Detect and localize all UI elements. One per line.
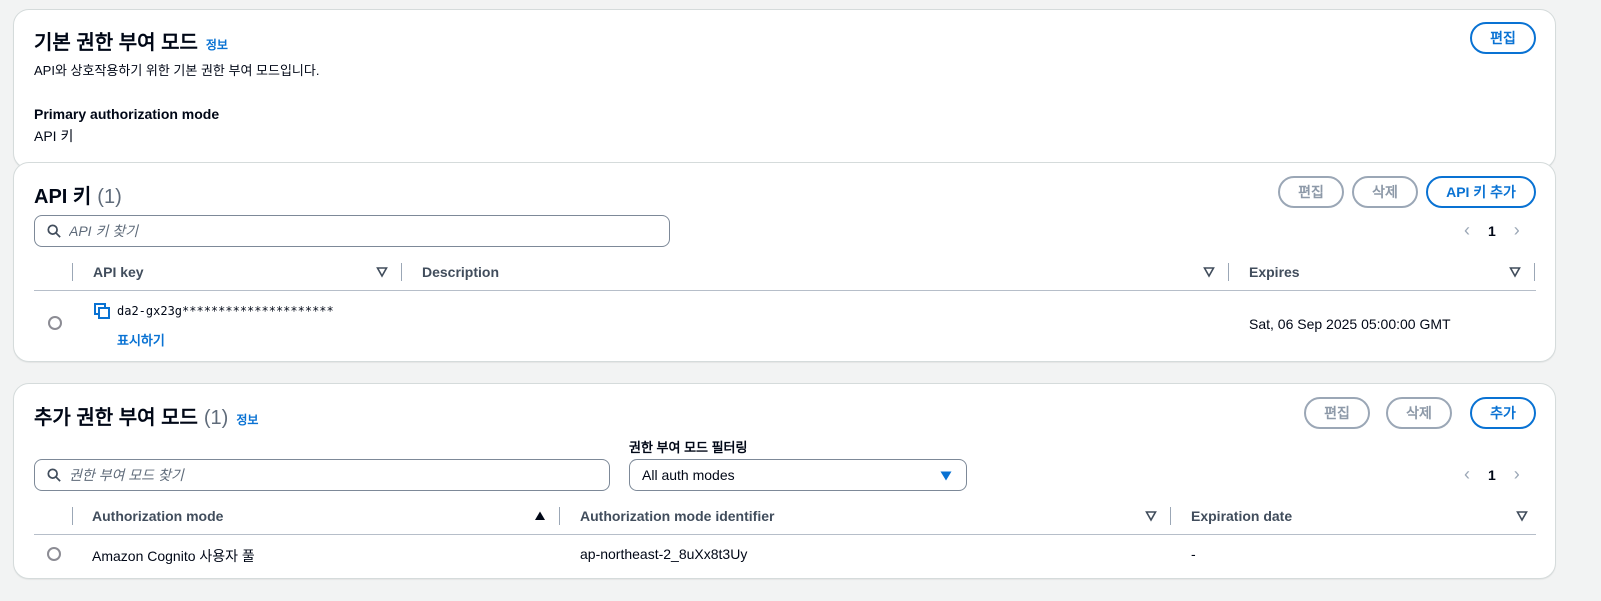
column-divider: [401, 263, 402, 281]
add-api-key-button[interactable]: API 키 추가: [1426, 176, 1536, 208]
basic-auth-info-link[interactable]: 정보: [206, 36, 228, 53]
auth-mode-filter-value: All auth modes: [642, 467, 735, 483]
caret-down-icon: [940, 471, 952, 481]
column-header-description[interactable]: Description: [422, 264, 499, 280]
auth-modes-pagination: ‹ 1 ›: [1464, 464, 1520, 485]
api-key-expires: Sat, 06 Sep 2025 05:00:00 GMT: [1249, 316, 1451, 332]
additional-auth-delete-button[interactable]: 삭제: [1386, 397, 1452, 429]
sort-ascending-icon[interactable]: [534, 510, 546, 522]
api-key-search[interactable]: [34, 215, 670, 247]
column-header-expires[interactable]: Expires: [1249, 264, 1300, 280]
api-keys-delete-button[interactable]: 삭제: [1352, 176, 1418, 208]
sort-icon[interactable]: [1509, 266, 1521, 278]
api-keys-pagination: ‹ 1 ›: [1464, 220, 1520, 241]
additional-auth-header: 추가 권한 부여 모드 (1) 정보: [34, 401, 258, 430]
show-key-link[interactable]: 표시하기: [117, 330, 165, 349]
row-select-radio[interactable]: [47, 547, 61, 561]
chevron-left-icon[interactable]: ‹: [1464, 464, 1470, 485]
api-keys-edit-button[interactable]: 편집: [1278, 176, 1344, 208]
auth-mode-filter-select[interactable]: All auth modes: [629, 459, 967, 491]
api-keys-panel: API 키 (1) 편집 삭제 API 키 추가 ‹ 1 › API key D…: [13, 162, 1556, 362]
column-header-auth-mode[interactable]: Authorization mode: [92, 508, 223, 524]
primary-auth-value: API 키: [34, 128, 74, 144]
column-divider: [72, 507, 73, 525]
chevron-left-icon[interactable]: ‹: [1464, 220, 1470, 241]
basic-auth-edit-button[interactable]: 편집: [1470, 22, 1536, 54]
additional-auth-count: (1): [203, 407, 229, 429]
basic-auth-title: 기본 권한 부여 모드: [34, 32, 198, 54]
add-auth-mode-button[interactable]: 추가: [1470, 397, 1536, 429]
api-keys-page-number[interactable]: 1: [1488, 223, 1496, 239]
column-divider: [1170, 507, 1171, 525]
table-header-divider: [34, 534, 1536, 535]
column-divider: [1534, 263, 1535, 281]
additional-auth-info-link[interactable]: 정보: [236, 411, 258, 428]
auth-mode-search-input[interactable]: [69, 467, 575, 483]
api-key-value: da2-gx23g*********************: [117, 304, 334, 318]
chevron-right-icon[interactable]: ›: [1514, 464, 1520, 485]
column-divider: [72, 263, 73, 281]
auth-mode-name: Amazon Cognito 사용자 풀: [92, 548, 255, 564]
column-divider: [1228, 263, 1229, 281]
auth-mode-identifier: ap-northeast-2_8uXx8t3Uy: [580, 546, 748, 562]
additional-auth-panel: 추가 권한 부여 모드 (1) 정보 편집 삭제 추가 권한 부여 모드 필터링…: [13, 383, 1556, 579]
search-icon: [47, 468, 61, 482]
sort-icon[interactable]: [1516, 510, 1528, 522]
column-header-auth-mode-identifier[interactable]: Authorization mode identifier: [580, 508, 774, 524]
auth-mode-filter-label: 권한 부여 모드 필터링: [629, 440, 748, 455]
column-header-expiration-date[interactable]: Expiration date: [1191, 508, 1292, 524]
row-select-radio[interactable]: [48, 316, 62, 330]
basic-auth-panel: 기본 권한 부여 모드 정보 API와 상호작용하기 위한 기본 권한 부여 모…: [13, 9, 1556, 169]
auth-mode-search[interactable]: [34, 459, 610, 491]
basic-auth-description: API와 상호작용하기 위한 기본 권한 부여 모드입니다.: [34, 63, 320, 78]
sort-icon[interactable]: [376, 266, 388, 278]
additional-auth-title: 추가 권한 부여 모드: [34, 407, 198, 429]
api-key-search-input[interactable]: [69, 223, 629, 239]
table-header-divider: [34, 290, 1536, 291]
auth-mode-expiration: -: [1191, 546, 1196, 562]
chevron-right-icon[interactable]: ›: [1514, 220, 1520, 241]
sort-icon[interactable]: [1145, 510, 1157, 522]
auth-modes-page-number[interactable]: 1: [1488, 467, 1496, 483]
additional-auth-edit-button[interactable]: 편집: [1304, 397, 1370, 429]
api-keys-header: API 키 (1): [34, 180, 122, 209]
primary-auth-label: Primary authorization mode: [34, 106, 220, 122]
basic-auth-header: 기본 권한 부여 모드 정보: [34, 26, 228, 55]
sort-icon[interactable]: [1203, 266, 1215, 278]
api-keys-count: (1): [97, 186, 122, 208]
search-icon: [47, 224, 61, 238]
copy-icon[interactable]: [94, 303, 110, 319]
column-divider: [559, 507, 560, 525]
api-keys-title: API 키: [34, 186, 92, 208]
column-header-api-key[interactable]: API key: [93, 264, 144, 280]
